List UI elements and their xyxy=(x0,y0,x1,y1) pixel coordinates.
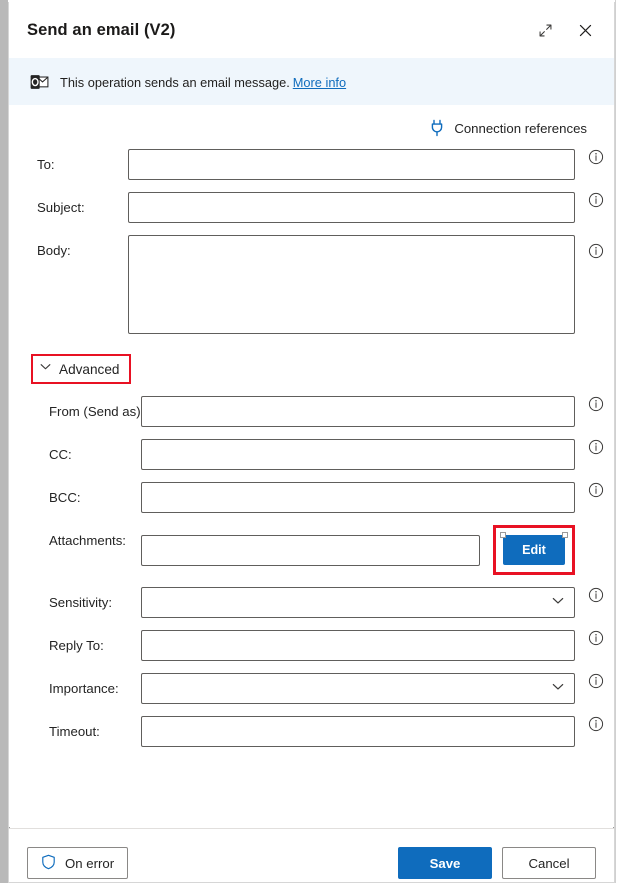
advanced-toggle-button[interactable]: Advanced xyxy=(37,359,121,379)
close-icon[interactable] xyxy=(568,13,602,47)
dialog-titlebar: Send an email (V2) xyxy=(9,2,614,58)
window-left-edge xyxy=(0,0,8,886)
from-input[interactable] xyxy=(141,396,575,427)
sensitivity-input[interactable] xyxy=(141,587,575,618)
primary-fields-group: To: Subject: Body: xyxy=(9,149,614,334)
from-label: From (Send as): xyxy=(49,404,145,419)
info-icon[interactable] xyxy=(588,587,604,603)
sensitivity-control xyxy=(141,587,575,618)
save-button[interactable]: Save xyxy=(398,847,492,879)
field-row-reply-to: Reply To: xyxy=(9,630,614,661)
reply-to-control xyxy=(141,630,575,661)
reply-to-input[interactable] xyxy=(141,630,575,661)
field-row-from: From (Send as): xyxy=(9,396,614,427)
sensitivity-label: Sensitivity: xyxy=(49,595,113,610)
body-label: Body: xyxy=(37,243,71,258)
info-icon[interactable] xyxy=(588,396,604,412)
attachments-control: Edit xyxy=(9,525,614,828)
form-scroll-area: Connection references To: Subject: Body:… xyxy=(9,105,614,828)
field-row-to: To: xyxy=(9,149,614,180)
timeout-input[interactable] xyxy=(141,716,575,747)
edit-attachments-button[interactable]: Edit xyxy=(500,532,568,565)
info-icon[interactable] xyxy=(588,243,604,259)
body-textarea[interactable] xyxy=(128,235,575,334)
field-row-attachments: Attachments: Edit xyxy=(9,525,614,828)
info-icon[interactable] xyxy=(588,673,604,689)
field-row-bcc: BCC: xyxy=(9,482,614,513)
connection-references-label: Connection references xyxy=(454,120,587,136)
outlook-mail-icon xyxy=(29,72,49,92)
advanced-fields-group: From (Send as): CC: BCC: Attachments: Ed… xyxy=(9,396,614,828)
bcc-control xyxy=(141,482,575,513)
field-row-subject: Subject: xyxy=(9,192,614,223)
edit-button-highlight-box: Edit xyxy=(9,525,614,828)
from-control xyxy=(141,396,575,427)
advanced-highlight-box: Advanced xyxy=(31,354,132,384)
info-icon[interactable] xyxy=(588,482,604,498)
dialog-footer: On error Save Cancel xyxy=(9,828,614,882)
on-error-label: On error xyxy=(65,855,115,871)
cc-control xyxy=(141,439,575,470)
info-icon[interactable] xyxy=(588,630,604,646)
send-email-dialog: Send an email (V2) This operation sends … xyxy=(8,2,615,883)
importance-input[interactable] xyxy=(141,673,575,704)
connection-references-row: Connection references xyxy=(9,105,614,137)
page-title: Send an email (V2) xyxy=(27,20,176,39)
connection-references-button[interactable]: Connection references xyxy=(429,119,587,137)
info-icon[interactable] xyxy=(588,149,604,165)
subject-control xyxy=(128,192,575,223)
plug-icon xyxy=(429,119,445,137)
cc-label: CC: xyxy=(49,447,72,462)
bcc-label: BCC: xyxy=(49,490,81,505)
footer-actions: Save Cancel xyxy=(398,847,596,879)
window-right-edge xyxy=(615,0,622,886)
field-row-timeout: Timeout: xyxy=(9,716,614,747)
sensitivity-dropdown[interactable] xyxy=(141,587,575,618)
field-row-importance: Importance: xyxy=(9,673,614,704)
expand-diagonal-icon[interactable] xyxy=(528,13,562,47)
to-input[interactable] xyxy=(128,149,575,180)
importance-label: Importance: xyxy=(49,681,119,696)
banner-text: This operation sends an email message. xyxy=(60,74,290,90)
to-control xyxy=(128,149,575,180)
timeout-label: Timeout: xyxy=(49,724,100,739)
field-row-cc: CC: xyxy=(9,439,614,470)
shield-icon xyxy=(41,854,56,873)
attachments-label: Attachments: xyxy=(49,533,126,548)
operation-info-banner: This operation sends an email message. M… xyxy=(9,58,614,105)
on-error-button[interactable]: On error xyxy=(27,847,129,879)
to-label: To: xyxy=(37,157,55,172)
chevron-down-icon xyxy=(39,360,52,378)
importance-control xyxy=(141,673,575,704)
info-icon[interactable] xyxy=(588,439,604,455)
importance-dropdown[interactable] xyxy=(141,673,575,704)
field-row-body: Body: xyxy=(9,235,614,334)
advanced-section-row: Advanced xyxy=(31,354,132,384)
body-control xyxy=(128,235,575,334)
more-info-link[interactable]: More info xyxy=(293,75,346,90)
subject-label: Subject: xyxy=(37,200,85,215)
subject-input[interactable] xyxy=(128,192,575,223)
info-icon[interactable] xyxy=(588,192,604,208)
info-icon[interactable] xyxy=(588,716,604,732)
attachments-input[interactable] xyxy=(141,534,480,566)
titlebar-actions xyxy=(528,13,602,47)
field-row-sensitivity: Sensitivity: xyxy=(9,587,614,618)
timeout-control xyxy=(141,716,575,747)
cancel-button[interactable]: Cancel xyxy=(502,847,596,879)
cc-input[interactable] xyxy=(141,439,575,470)
reply-to-label: Reply To: xyxy=(49,638,104,653)
bcc-input[interactable] xyxy=(141,482,575,513)
advanced-label: Advanced xyxy=(59,361,120,377)
